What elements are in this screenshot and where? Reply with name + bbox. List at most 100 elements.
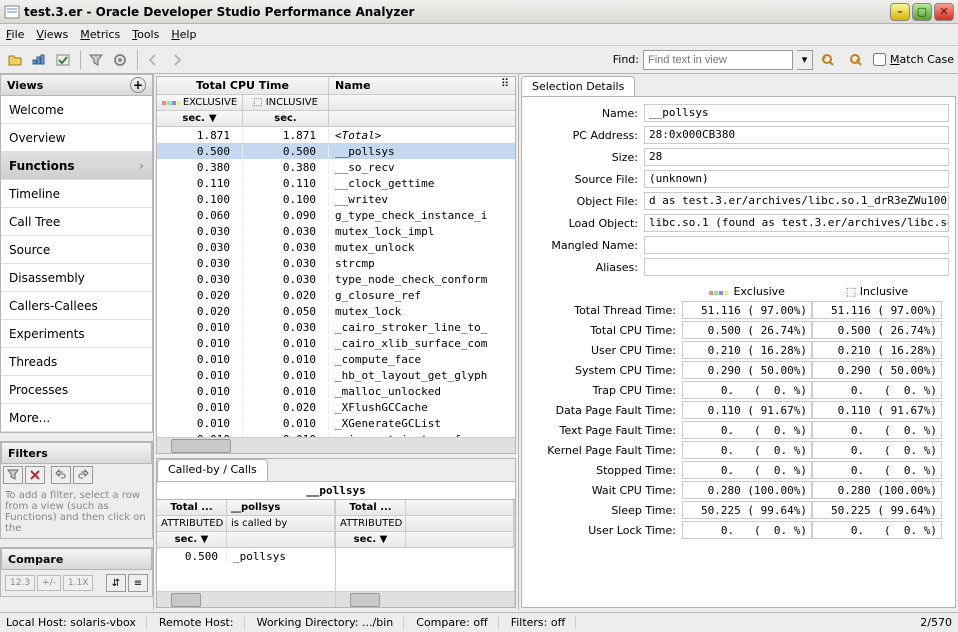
sidebar-item-experiments[interactable]: Experiments — [1, 320, 152, 348]
metric-row: Wait CPU Time:0.280 (100.00%)0.280 (100.… — [528, 480, 949, 500]
status-localhost: Local Host: solaris-vbox — [6, 616, 147, 629]
table-row[interactable]: 0.0100.030_cairo_stroker_line_to_ — [157, 319, 515, 335]
table-row[interactable]: 0.0100.010_compute_face — [157, 351, 515, 367]
compare-delta-button[interactable]: +/- — [37, 575, 61, 591]
metric-row: Total CPU Time:0.500 ( 26.74%)0.500 ( 26… — [528, 320, 949, 340]
sidebar-item-threads[interactable]: Threads — [1, 348, 152, 376]
back-icon[interactable] — [142, 49, 164, 71]
status-compare: Compare: off — [416, 616, 498, 629]
filter-redo-icon[interactable] — [73, 466, 93, 484]
table-row[interactable]: 0.0300.030type_node_check_conform — [157, 271, 515, 287]
table-row[interactable]: 0.0100.010_malloc_unlocked — [157, 383, 515, 399]
sidebar-item-more-[interactable]: More... — [1, 404, 152, 432]
col-name[interactable]: Name — [329, 77, 501, 94]
find-label: Find: — [613, 53, 639, 66]
table-row[interactable]: 0.0100.010_hb_ot_layout_get_glyph — [157, 367, 515, 383]
filter-undo-icon[interactable] — [51, 466, 71, 484]
functions-table: Total CPU Time Name ⠿ EXCLUSIVE ⬚ INCLUS… — [156, 76, 516, 454]
sidebar-item-disassembly[interactable]: Disassembly — [1, 264, 152, 292]
add-view-button[interactable]: + — [130, 77, 146, 93]
col-total-cpu[interactable]: Total CPU Time — [157, 77, 329, 94]
filter-icon[interactable] — [85, 49, 107, 71]
table-row[interactable]: 1.8711.871<Total> — [157, 127, 515, 143]
table-row[interactable]: 0.0100.010_cairo_xlib_surface_com — [157, 335, 515, 351]
metric-row: Stopped Time:0. ( 0. %)0. ( 0. %) — [528, 460, 949, 480]
table-row[interactable]: 0.0100.010_XGenerateGCList — [157, 415, 515, 431]
table-row[interactable]: 0.0100.020_XFlushGCCache — [157, 399, 515, 415]
called-func-header[interactable]: __pollsys — [227, 500, 335, 515]
tab-called-by[interactable]: Called-by / Calls — [157, 459, 268, 481]
col-sec-excl[interactable]: sec.▼ — [157, 111, 243, 126]
table-row[interactable]: 0.0300.030strcmp — [157, 255, 515, 271]
calls-total-header[interactable]: Total ... — [336, 500, 406, 515]
sidebar-item-timeline[interactable]: Timeline — [1, 180, 152, 208]
find-input[interactable] — [643, 50, 793, 70]
col-exclusive[interactable]: EXCLUSIVE — [157, 95, 243, 110]
col-sec-incl[interactable]: sec. — [243, 111, 329, 126]
col-inclusive[interactable]: ⬚ INCLUSIVE — [243, 95, 329, 110]
table-row[interactable]: 0.0600.090g_type_check_instance_i — [157, 207, 515, 223]
sidebar-item-functions[interactable]: Functions› — [1, 152, 152, 180]
sidebar-item-source[interactable]: Source — [1, 236, 152, 264]
table-row[interactable]: 0.1100.110__clock_gettime — [157, 175, 515, 191]
metric-row: Sleep Time:50.225 ( 99.64%)50.225 ( 99.6… — [528, 500, 949, 520]
excl-header: Exclusive — [682, 285, 812, 298]
called-total-header[interactable]: Total ... — [157, 500, 227, 515]
filter-funnel-icon[interactable] — [3, 466, 23, 484]
find-prev-icon[interactable] — [817, 49, 839, 71]
filters-header: Filters — [1, 442, 152, 464]
filters-hint: To add a filter, select a row from a vie… — [1, 486, 152, 538]
status-position: 2/570 — [920, 616, 952, 629]
called-right-scroll[interactable] — [336, 591, 514, 607]
table-row[interactable]: 0.3800.380__so_recv — [157, 159, 515, 175]
detail-row: Source File:(unknown) — [528, 169, 949, 189]
table-row[interactable]: 0.5000.500__pollsys — [157, 143, 515, 159]
sidebar-item-processes[interactable]: Processes — [1, 376, 152, 404]
minimize-button[interactable]: – — [890, 3, 910, 21]
metric-row: User Lock Time:0. ( 0. %)0. ( 0. %) — [528, 520, 949, 540]
table-row[interactable]: 0.0200.020g_closure_ref — [157, 287, 515, 303]
sidebar-item-welcome[interactable]: Welcome — [1, 96, 152, 124]
sidebar-item-overview[interactable]: Overview — [1, 124, 152, 152]
forward-icon[interactable] — [166, 49, 188, 71]
statusbar: Local Host: solaris-vbox Remote Host: Wo… — [0, 612, 958, 632]
find-dropdown[interactable]: ▾ — [797, 50, 813, 70]
sidebar-item-call-tree[interactable]: Call Tree — [1, 208, 152, 236]
hscrollbar[interactable] — [157, 437, 515, 453]
metric-row: Total Thread Time:51.116 ( 97.00%)51.116… — [528, 300, 949, 320]
experiment-icon[interactable] — [52, 49, 74, 71]
settings-icon[interactable] — [109, 49, 131, 71]
matchcase-checkbox[interactable] — [873, 53, 886, 66]
compare-abs-button[interactable]: 12.3 — [5, 575, 35, 591]
table-row[interactable]: 0.0300.030mutex_lock_impl — [157, 223, 515, 239]
app-icon — [4, 4, 20, 20]
tab-selection-details[interactable]: Selection Details — [521, 76, 635, 96]
open-icon[interactable] — [4, 49, 26, 71]
metric-row: Data Page Fault Time:0.110 ( 91.67%)0.11… — [528, 400, 949, 420]
close-button[interactable]: ✕ — [934, 3, 954, 21]
called-left-scroll[interactable] — [157, 591, 335, 607]
called-sec-header[interactable]: sec. ▼ — [157, 532, 227, 547]
compare-ratio-button[interactable]: 1.1X — [63, 575, 93, 591]
metric-row: User CPU Time:0.210 ( 16.28%)0.210 ( 16.… — [528, 340, 949, 360]
menu-views[interactable]: Views — [36, 28, 68, 41]
detail-row: Object File:d as test.3.er/archives/libc… — [528, 191, 949, 211]
menu-tools[interactable]: Tools — [132, 28, 159, 41]
table-row[interactable]: 0.0200.050mutex_lock — [157, 303, 515, 319]
calls-sec-header[interactable]: sec. ▼ — [336, 532, 406, 547]
table-row[interactable]: 0.0300.030mutex_unlock — [157, 239, 515, 255]
menu-file[interactable]: File — [6, 28, 24, 41]
compare-header-label: Compare — [8, 553, 63, 566]
find-next-icon[interactable] — [845, 49, 867, 71]
list-item[interactable]: 0.500_pollsys — [157, 548, 335, 564]
menu-metrics[interactable]: Metrics — [80, 28, 120, 41]
columns-icon[interactable]: ⠿ — [501, 77, 515, 94]
compare-menu-icon[interactable]: ≡ — [128, 574, 148, 592]
maximize-button[interactable]: ▢ — [912, 3, 932, 21]
aggregate-icon[interactable] — [28, 49, 50, 71]
sidebar-item-callers-callees[interactable]: Callers-Callees — [1, 292, 152, 320]
menu-help[interactable]: Help — [171, 28, 196, 41]
compare-sort-icon[interactable]: ⇵ — [106, 574, 126, 592]
filter-clear-icon[interactable] — [25, 466, 45, 484]
table-row[interactable]: 0.1000.100__writev — [157, 191, 515, 207]
